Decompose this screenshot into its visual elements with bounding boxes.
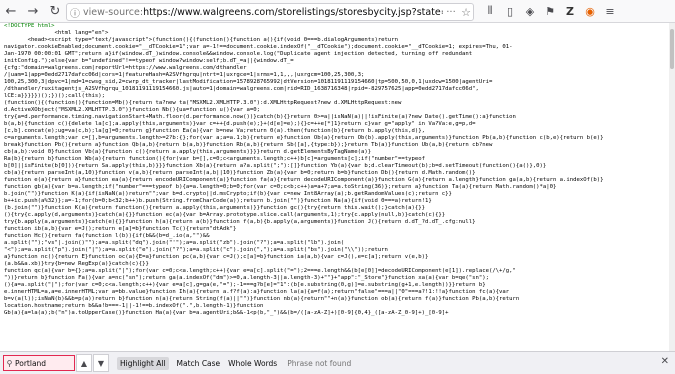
source-line: break}function Pb(){return a}function Qb… — [4, 142, 493, 148]
source-line: lCE:a}}}}})();})();call(this); — [4, 93, 106, 99]
source-line: c=arguments.length;var c=[],b=arguments.… — [4, 135, 604, 141]
whole-words-toggle[interactable]: Whole Words — [228, 359, 277, 368]
sidebar-icon[interactable]: ▯ — [500, 0, 520, 22]
source-line: function ib(a,b){var e=J();return e[a]=b… — [4, 226, 237, 232]
source-line: e.innerHTML=a,a=e.innerHTML;var a=bb.val… — [4, 289, 510, 295]
browser-toolbar: ← → ↻ ⓘ view-source:https://www.walgreen… — [0, 0, 675, 23]
find-input[interactable]: ⚲ Portland — [3, 355, 75, 371]
source-line: (){try{c.apply(d,arguments)}catch(a){}}f… — [4, 212, 446, 218]
ublock-icon[interactable]: ◈ — [520, 0, 540, 22]
source-line: b.join("")}function K(a){if(isNaN(a))ret… — [4, 191, 452, 197]
extension-icon[interactable]: ⚑ — [540, 0, 560, 22]
library-icon[interactable]: ⫴ — [480, 0, 500, 22]
toolbar-right-icons: ⫴ ▯ ◈ ⚑ Z ◉ ≡ — [480, 0, 620, 22]
firefox-account-icon[interactable]: ◉ — [580, 0, 600, 22]
close-icon[interactable]: ✕ — [661, 356, 669, 367]
source-line: cb(a){return parseInt(a,10)}function v(a… — [4, 170, 476, 176]
page-actions-icon[interactable]: ··· — [443, 7, 459, 18]
highlight-all-toggle[interactable]: Highlight All — [117, 356, 169, 370]
source-line: try{b.apply(a,arguments)}catch(e){}}func… — [4, 219, 476, 225]
zotero-icon[interactable]: Z — [560, 0, 580, 22]
source-line: try{a=d.performance.timing.navigationSta… — [4, 114, 516, 120]
source-line: b[0]||isFinite(b[0])){return Sa.apply(th… — [4, 163, 547, 169]
search-icon: ⚲ — [6, 358, 13, 368]
find-status: Phrase not found — [287, 358, 352, 368]
source-line: b(a,b){function c(){delete la[c];a.apply… — [4, 121, 476, 127]
source-line: function qc(a){var b={};a=a.split("|");f… — [4, 268, 516, 274]
source-line: function e(a){return a}function ea(a){re… — [4, 177, 604, 183]
scrollbar-thumb[interactable] — [670, 29, 674, 69]
url-path: https://www.walgreens.com/storelistings/… — [143, 6, 443, 18]
source-line: {cfg:"domain=walgreens.com|reportUrl=htt… — [4, 65, 247, 71]
source-line: (){a=a.split("|");for(var c=0;c<a.length… — [4, 282, 486, 288]
vertical-scrollbar[interactable] — [669, 23, 675, 351]
source-line: Gb(a){a=la(a);b("n")a.toUpperCase()}func… — [4, 310, 449, 316]
back-icon[interactable]: ← — [0, 0, 22, 22]
source-line: Jan-1970 00:00:01 GMT";return a}if(windo… — [4, 51, 473, 57]
source-line: Ra(b){return b}function Wb(a){return fun… — [4, 156, 425, 162]
source-line: "))}return b}function Fa(){var a=nc("sn"… — [4, 275, 489, 281]
source-line: [c,b].concat(e);ug=va(c,b);la[g]=0;retur… — [4, 128, 425, 134]
find-next-button[interactable]: ▼ — [93, 354, 109, 372]
menu-icon[interactable]: ≡ — [600, 0, 620, 22]
source-line: (b.join("")}function K(a){return functio… — [4, 205, 425, 211]
url-text[interactable]: view-source:https://www.walgreens.com/st… — [83, 7, 443, 18]
source-line: cb(a,b):void 0}function Vb(a){function c… — [4, 149, 372, 155]
source-line: (a.b&&a.xb)}try{b=new RegExp(a)}catch(c)… — [4, 261, 149, 267]
source-line: /dthandler/ruxitagentjs_A2SVfhgrqu_10181… — [4, 86, 479, 92]
source-line: b++ic.push(a%32)};a=-1;for(b=0;b<32;b++)… — [4, 198, 432, 204]
url-prefix: view-source: — [83, 6, 144, 18]
source-line: function gb(a){var b=a.length;if("number… — [4, 184, 557, 190]
info-icon[interactable]: ⓘ — [67, 5, 83, 20]
source-line: function Hc(){return fa(function l(b)){i… — [4, 233, 210, 239]
address-bar[interactable]: ⓘ view-source:https://www.walgreens.com/… — [66, 3, 474, 21]
source-line: "<");a=a.split("p").join("|");a=a.split(… — [4, 247, 388, 253]
source-line: a}function nc(){return E}function oc(a){… — [4, 254, 429, 260]
match-case-toggle[interactable]: Match Case — [177, 359, 221, 368]
source-line: a.split("");"vs"|.join()"");a=a.split("d… — [4, 240, 345, 246]
source-line: (function(){(function(){function=Mb(){re… — [4, 100, 402, 106]
source-line: b=v(a(l));isNaN(b)&&b=p(a))return b}func… — [4, 296, 520, 302]
source-line: <html lang="en"> — [4, 30, 109, 36]
source-line: location.hostname;return b&&a!b===-1||-1… — [4, 303, 264, 309]
reload-icon[interactable]: ↻ — [44, 0, 66, 22]
source-line: navigator.cookieEnabled;document.cookie=… — [4, 44, 513, 50]
find-previous-button[interactable]: ▲ — [76, 354, 92, 372]
source-line: d.ActiveXObject("MSXML2.XMLHTTP.3.0")}fu… — [4, 107, 260, 113]
source-line: initConfig.");else{var b="undefined"!==t… — [4, 58, 294, 64]
forward-icon[interactable]: → — [22, 0, 44, 22]
find-bar: ⚲ Portland ▲ ▼ Highlight All Match Case … — [0, 351, 675, 374]
source-line: <head><script type="text/javascript">(fu… — [4, 37, 399, 43]
bookmark-star-icon[interactable]: ☆ — [459, 6, 473, 19]
source-line: /|uam=1|app=0edd2717dafcc06d|cors=1|feat… — [4, 72, 365, 78]
source-line: 100,25,300,3|dpvc=1|md=1=cwsg_sid,2=cwrp… — [4, 79, 493, 85]
source-line: <!DOCTYPE html> — [4, 23, 55, 29]
page-source-view[interactable]: <!DOCTYPE html> <html lang="en"> <head><… — [0, 23, 672, 351]
find-query-text[interactable]: Portland — [15, 359, 46, 368]
